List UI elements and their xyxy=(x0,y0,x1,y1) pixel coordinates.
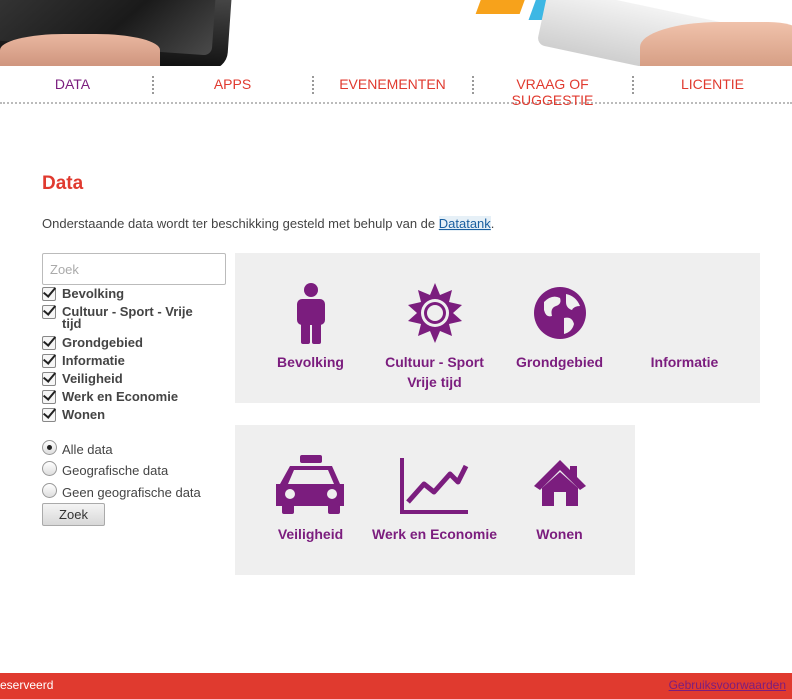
sun-icon xyxy=(407,283,462,343)
tile-cultuur-sport-vrije-tijd[interactable]: Cultuur - Sport Vrije tijd xyxy=(372,282,497,392)
house-icon xyxy=(533,460,586,506)
nav-separator xyxy=(152,76,154,94)
tile-informatie[interactable]: Informatie xyxy=(622,352,747,372)
tile-werk-en-economie[interactable]: Werk en Economie xyxy=(372,454,497,544)
chart-icon xyxy=(399,458,468,514)
radio-selected-icon[interactable] xyxy=(42,440,57,455)
category-label: Wonen xyxy=(62,407,106,422)
hand-image xyxy=(0,34,160,66)
tile-label: Grondgebied xyxy=(515,354,604,370)
nav-item-licentie[interactable]: LICENTIE xyxy=(640,76,785,92)
tile-bevolking[interactable]: Bevolking xyxy=(248,282,373,372)
search-button[interactable]: Zoek xyxy=(42,503,105,526)
tile-wonen[interactable]: Wonen xyxy=(497,454,622,544)
checkbox-checked-icon[interactable] xyxy=(42,354,56,368)
main-nav: DATA APPS EVENEMENTEN VRAAG OF SUGGESTIE… xyxy=(0,66,792,108)
radio-label: Geografische data xyxy=(62,463,169,478)
page-title: Data xyxy=(42,173,84,194)
intro-end: . xyxy=(490,216,495,231)
tile-label: Werk en Economie xyxy=(372,526,498,542)
radio-label: Geen geografische data xyxy=(62,485,201,500)
hand-image-right xyxy=(640,22,792,66)
nav-item-apps[interactable]: APPS xyxy=(160,76,305,92)
intro-text: Onderstaande data wordt ter beschikking … xyxy=(42,216,494,231)
nav-item-data[interactable]: DATA xyxy=(0,76,145,92)
tile-label: Wonen xyxy=(536,526,583,542)
checkbox-checked-icon[interactable] xyxy=(42,305,56,319)
terms-link[interactable]: Gebruiksvoorwaarden xyxy=(669,678,786,692)
category-label: Cultuur - Sport - Vrije tijd xyxy=(62,304,193,331)
nav-separator xyxy=(472,76,474,94)
category-label: Bevolking xyxy=(62,286,125,301)
tile-label: Bevolking xyxy=(277,354,344,370)
tile-label: Informatie xyxy=(650,354,719,370)
radio-label: Alle data xyxy=(62,442,113,457)
category-label: Grondgebied xyxy=(62,335,143,350)
nav-item-evenementen[interactable]: EVENEMENTEN xyxy=(320,76,465,92)
intro-sentence: Onderstaande data wordt ter beschikking … xyxy=(42,216,439,231)
nav-separator xyxy=(632,76,634,94)
checkbox-checked-icon[interactable] xyxy=(42,287,56,301)
tile-label: Cultuur - Sport Vrije tijd xyxy=(385,354,484,390)
checkbox-checked-icon[interactable] xyxy=(42,372,56,386)
tile-veiligheid[interactable]: Veiligheid xyxy=(248,454,373,544)
nav-item-vraag-of-suggestie[interactable]: VRAAG OF SUGGESTIE xyxy=(475,76,630,108)
footer: eserveerd Gebruiksvoorwaarden xyxy=(0,673,792,699)
radio-unselected-icon[interactable] xyxy=(42,461,57,476)
tile-grondgebied[interactable]: Grondgebied xyxy=(497,282,622,372)
nav-separator xyxy=(312,76,314,94)
radio-unselected-icon[interactable] xyxy=(42,483,57,498)
datatank-link[interactable]: Datatank xyxy=(438,216,491,231)
category-label: Veiligheid xyxy=(62,371,123,386)
taxi-icon xyxy=(275,455,344,514)
category-label: Informatie xyxy=(62,353,125,368)
person-icon xyxy=(296,283,325,344)
tile-label: Veiligheid xyxy=(277,526,344,542)
category-label: Werk en Economie xyxy=(62,389,179,404)
checkbox-checked-icon[interactable] xyxy=(42,408,56,422)
header-banner xyxy=(0,0,792,66)
copyright-text: eserveerd xyxy=(0,678,54,692)
globe-icon xyxy=(533,287,586,339)
checkbox-checked-icon[interactable] xyxy=(42,336,56,350)
search-input[interactable] xyxy=(42,253,226,285)
checkbox-checked-icon[interactable] xyxy=(42,390,56,404)
